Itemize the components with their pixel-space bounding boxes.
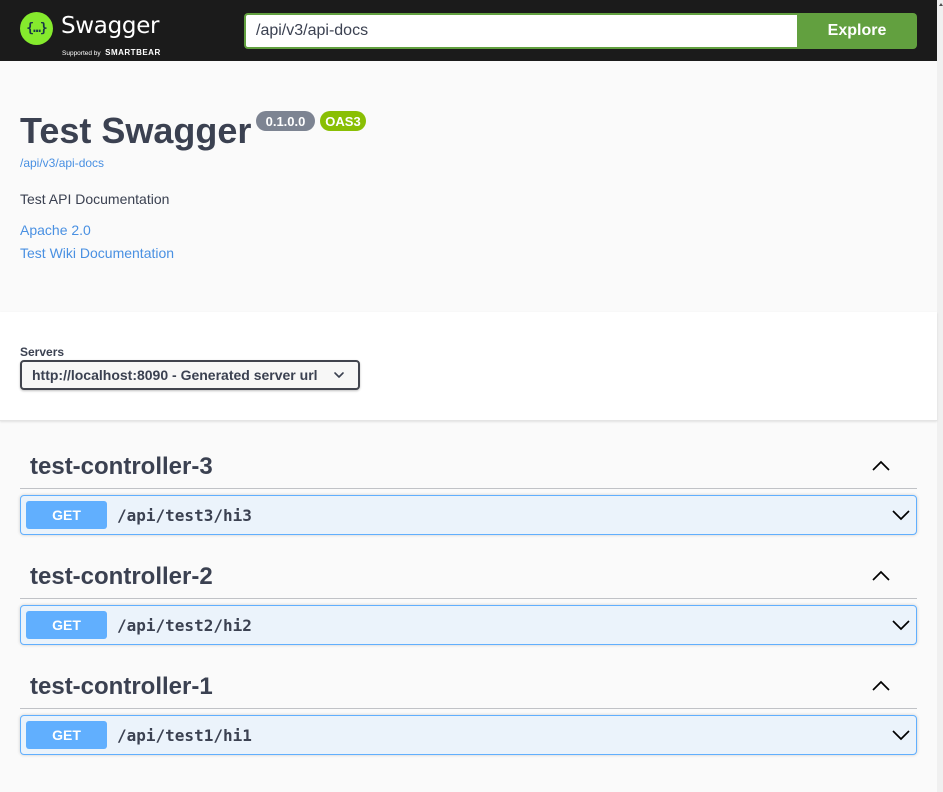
servers-select[interactable]: http://localhost:8090 - Generated server… <box>20 360 360 390</box>
spec-url-input[interactable] <box>244 13 797 49</box>
logo-sub-prefix: Supported by <box>62 50 101 57</box>
explore-button[interactable]: Explore <box>797 13 917 49</box>
chevron-down-icon <box>334 372 344 378</box>
opblock-get-test2[interactable]: GET /api/test2/hi2 <box>20 605 917 645</box>
opblock-get-test1[interactable]: GET /api/test1/hi1 <box>20 715 917 755</box>
oas-badge: OAS3 <box>320 111 366 131</box>
method-badge: GET <box>26 501 107 529</box>
operation-path: /api/test2/hi2 <box>117 616 252 635</box>
scrollbar[interactable] <box>937 0 943 792</box>
opblock-get-test3[interactable]: GET /api/test3/hi3 <box>20 495 917 535</box>
api-description: Test API Documentation <box>20 191 170 207</box>
wiki-link[interactable]: Test Wiki Documentation <box>20 245 174 261</box>
license-link[interactable]: Apache 2.0 <box>20 222 91 238</box>
swagger-logo-icon: {…} <box>20 12 53 45</box>
chevron-down-icon[interactable] <box>891 618 911 632</box>
operation-path: /api/test1/hi1 <box>117 726 252 745</box>
tag-name: test-controller-3 <box>30 453 213 480</box>
logo-subtitle: Supported by SMARTBEAR <box>62 42 161 60</box>
topbar: {…} Swagger Supported by SMARTBEAR Explo… <box>0 0 937 61</box>
chevron-up-icon[interactable] <box>871 569 891 583</box>
logo-name: Swagger <box>61 13 160 39</box>
servers-label: Servers <box>20 345 65 359</box>
page-title: Test Swagger <box>20 110 252 151</box>
chevron-up-icon[interactable] <box>871 459 891 473</box>
version-badge: 0.1.0.0 <box>256 111 315 131</box>
chevron-down-icon[interactable] <box>891 508 911 522</box>
servers-section: Servers http://localhost:8090 - Generate… <box>0 312 937 421</box>
chevron-up-icon[interactable] <box>871 679 891 693</box>
info-section: Test Swagger 0.1.0.0 OAS3 /api/v3/api-do… <box>0 61 937 312</box>
chevron-down-icon[interactable] <box>891 728 911 742</box>
tag-header-test-controller-2[interactable]: test-controller-2 <box>20 553 917 599</box>
spec-url-link[interactable]: /api/v3/api-docs <box>20 156 104 170</box>
servers-selected-value: http://localhost:8090 - Generated server… <box>32 367 318 383</box>
tag-name: test-controller-1 <box>30 673 213 700</box>
tag-header-test-controller-3[interactable]: test-controller-3 <box>20 443 917 489</box>
method-badge: GET <box>26 721 107 749</box>
operation-path: /api/test3/hi3 <box>117 506 252 525</box>
scroll-up-arrow-icon[interactable] <box>939 3 943 6</box>
swagger-logo[interactable]: {…} Swagger Supported by SMARTBEAR <box>20 12 165 57</box>
method-badge: GET <box>26 611 107 639</box>
tag-name: test-controller-2 <box>30 563 213 590</box>
tag-header-test-controller-1[interactable]: test-controller-1 <box>20 663 917 709</box>
logo-sub-brand: SMARTBEAR <box>105 48 161 57</box>
